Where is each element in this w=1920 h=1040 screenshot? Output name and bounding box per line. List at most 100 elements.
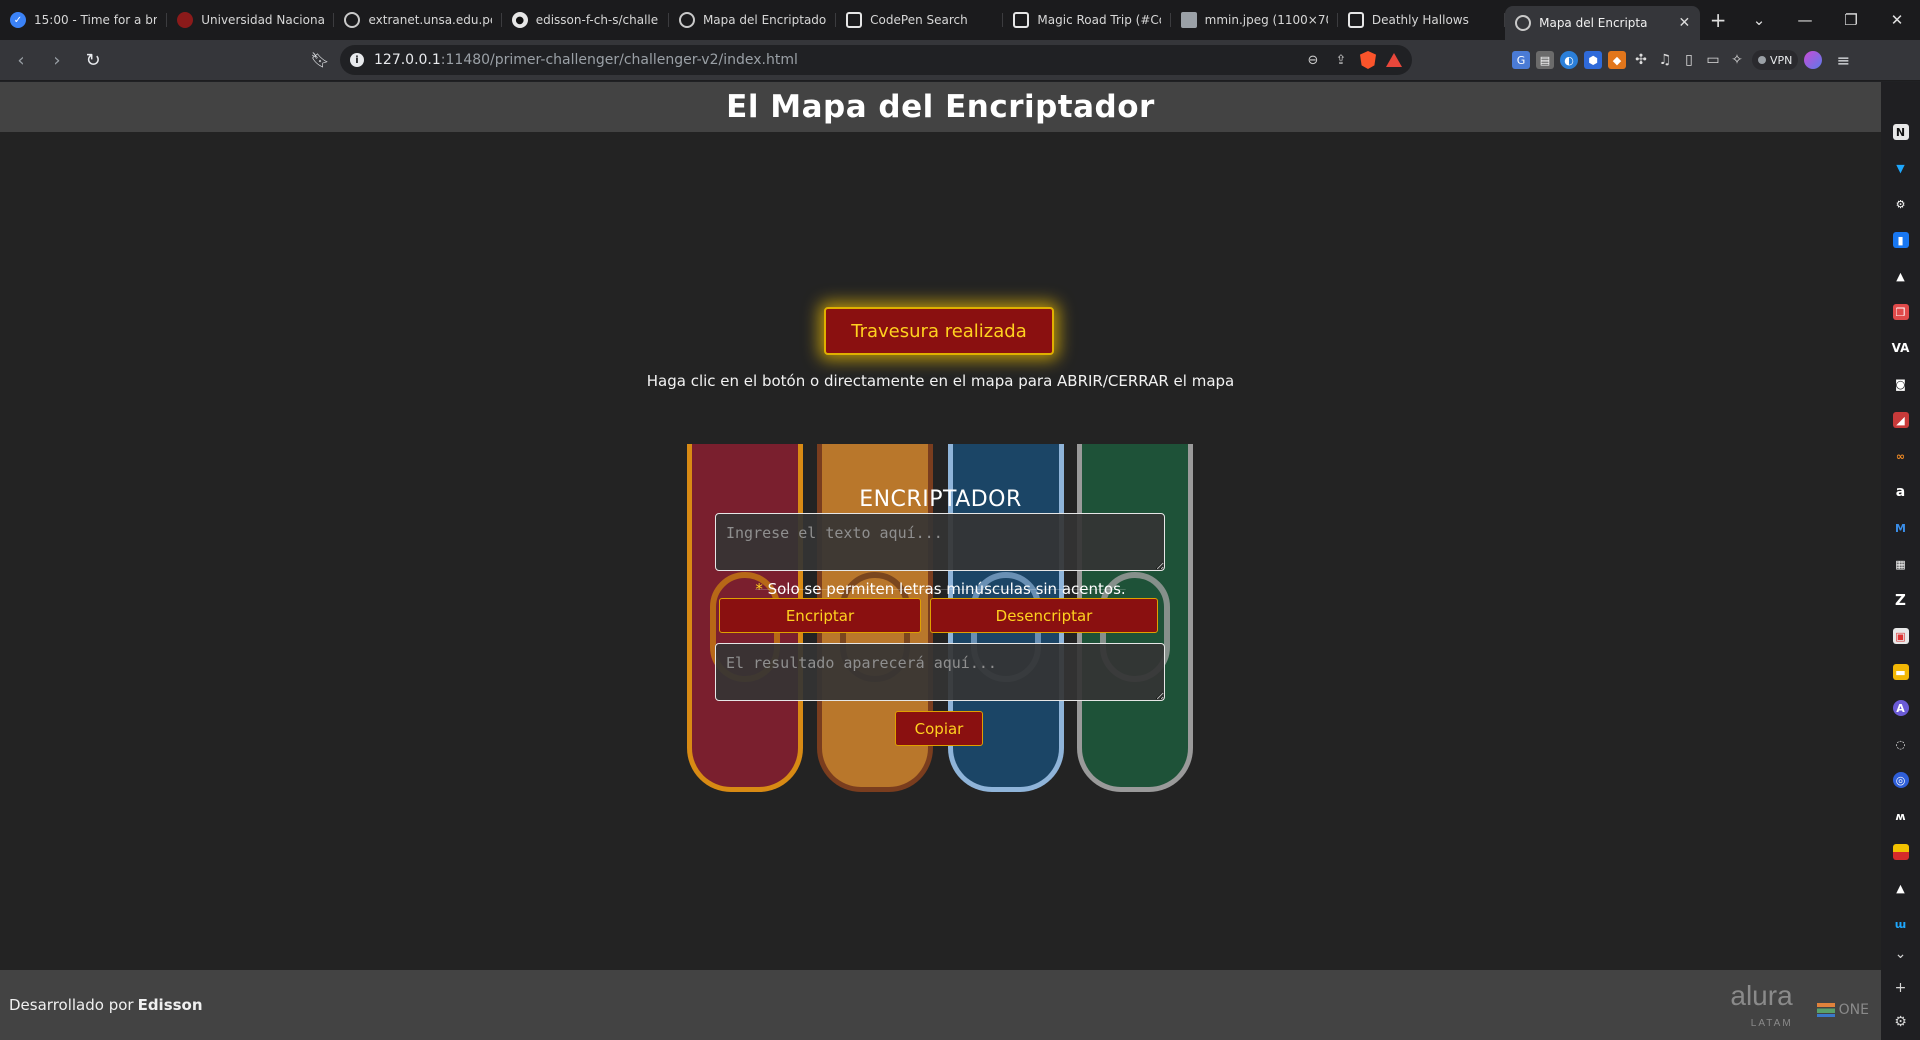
swirl-icon[interactable]: ∞ (1893, 448, 1909, 464)
slides-icon[interactable]: ▬ (1892, 664, 1909, 680)
browser-tab[interactable]: ● edisson-f-ch-s/challen (502, 5, 669, 35)
window-controls: ⌄ — ❐ ✕ (1736, 0, 1920, 40)
tailwind-icon[interactable]: ▼ (1893, 160, 1909, 176)
add-icon[interactable]: + (1895, 980, 1907, 996)
settings-gear-icon[interactable]: ⚙ (1894, 1014, 1907, 1030)
codepen-icon (846, 12, 863, 28)
chart-icon[interactable]: ◢ (1892, 412, 1909, 428)
vpn-label: VPN (1770, 53, 1793, 67)
browser-tab[interactable]: Universidad Nacional d (167, 5, 335, 35)
result-output[interactable] (715, 643, 1165, 701)
trello-icon[interactable]: ▮ (1892, 232, 1909, 248)
site-info-icon[interactable]: i (350, 53, 364, 67)
inkscape-icon[interactable]: ▲ (1893, 268, 1909, 284)
bookmark-icon[interactable]: 🔖︎ (308, 51, 332, 69)
image-icon (1180, 12, 1197, 28)
refresh-app-icon[interactable]: ◌ (1893, 736, 1909, 752)
toggle-map-button[interactable]: Travesura realizada (824, 307, 1054, 355)
puzzle-extensions-icon[interactable]: ✣ (1632, 51, 1650, 69)
notion-icon[interactable]: N (1892, 124, 1909, 140)
page-title: El Mapa del Encriptador (726, 89, 1155, 125)
browser-tab[interactable]: Magic Road Trip (#Co (1003, 5, 1171, 35)
browser-tab-active[interactable]: Mapa del Encripta ✕ (1505, 6, 1701, 40)
brave-shields-icon[interactable] (1360, 51, 1376, 69)
browser-tab[interactable]: mmin.jpeg (1100×709 (1171, 5, 1338, 35)
vpn-status-icon (1758, 56, 1766, 64)
minimize-button[interactable]: — (1782, 0, 1828, 40)
tab-search-chevron-icon[interactable]: ⌄ (1736, 0, 1782, 40)
flag-icon[interactable] (1892, 844, 1909, 860)
tabs-extension-icon[interactable]: ▤ (1536, 51, 1554, 69)
triangle-app-icon[interactable]: ▲ (1893, 880, 1909, 896)
one-logo-text: ONE (1838, 1002, 1869, 1018)
codepen-icon (1013, 12, 1030, 28)
sidebar-toggle-icon[interactable]: ▯ (1680, 51, 1698, 69)
sync-extension-icon[interactable]: ◐ (1560, 51, 1578, 69)
media-icon[interactable]: ♫ (1656, 51, 1674, 69)
calendar-icon[interactable]: ▣ (1892, 628, 1909, 644)
globe-icon (678, 12, 695, 28)
back-button[interactable]: ‹ (6, 45, 36, 75)
z-library-icon[interactable]: Z (1893, 591, 1909, 609)
university-icon (177, 12, 194, 28)
alura-logo-sub: LATAM (1750, 1018, 1793, 1029)
text-input[interactable] (715, 513, 1165, 571)
page-header: El Mapa del Encriptador (0, 82, 1881, 132)
browser-tab[interactable]: Mapa del Encriptador (669, 5, 837, 35)
restore-button[interactable]: ❐ (1828, 0, 1874, 40)
metamask-extension-icon[interactable]: ◆ (1608, 51, 1626, 69)
one-logo: ONE (1816, 1002, 1869, 1018)
translate-extension-icon[interactable]: G (1512, 51, 1530, 69)
a-app-icon[interactable]: A (1892, 700, 1909, 716)
browser-tab[interactable]: Deathly Hallows (1338, 5, 1506, 35)
github-icon: ● (511, 12, 528, 28)
m-app-icon[interactable]: ʍ (1893, 808, 1909, 824)
alura-logo-text: alura (1730, 980, 1793, 1011)
shield-extension-icon[interactable]: ⬢ (1584, 51, 1602, 69)
share-icon[interactable]: ⇪ (1332, 51, 1350, 69)
mdn-icon[interactable]: M (1893, 520, 1909, 536)
address-bar[interactable]: i 127.0.0.1:11480/primer-challenger/chal… (340, 45, 1412, 75)
chevron-down-icon[interactable]: ⌄ (1895, 946, 1907, 962)
va-icon[interactable]: VA (1892, 340, 1910, 356)
brave-rewards-icon[interactable] (1386, 53, 1402, 67)
browser-tab[interactable]: extranet.unsa.edu.pe (334, 5, 502, 35)
page-footer: Desarrollado por Edisson alura LATAM ONE (0, 970, 1881, 1040)
wallet-icon[interactable]: ▭ (1704, 51, 1722, 69)
extensions-row: G ▤ ◐ ⬢ ◆ ✣ ♫ ▯ ▭ ✧ VPN ≡ (1512, 50, 1858, 70)
vpn-button[interactable]: VPN (1752, 50, 1799, 70)
browser-tab-bar: ✓ 15:00 - Time for a brea Universidad Na… (0, 0, 1920, 40)
amazon-icon[interactable]: a (1893, 484, 1909, 500)
instructions-text: Haga clic en el botón o directamente en … (646, 372, 1235, 390)
globe-icon (344, 12, 361, 28)
zoom-icon[interactable]: ⊖ (1304, 51, 1322, 69)
profile-avatar-icon[interactable] (1804, 51, 1823, 69)
codepen-icon (1347, 12, 1364, 28)
new-tab-button[interactable]: + (1700, 0, 1736, 40)
sidebar-bottom: ⌄ + ⚙ (1881, 946, 1920, 1030)
url-host: 127.0.0.1 (374, 52, 441, 68)
close-tab-icon[interactable]: ✕ (1678, 15, 1690, 31)
encrypt-button[interactable]: Encriptar (719, 598, 921, 633)
browser-tab[interactable]: CodePen Search (836, 5, 1004, 35)
credit-prefix: Desarrollado por (9, 996, 134, 1014)
movie-icon[interactable]: ▦ (1893, 556, 1909, 572)
forward-button[interactable]: › (42, 45, 72, 75)
steam-icon[interactable]: ⚙ (1893, 196, 1909, 212)
camera-icon[interactable]: ◙ (1893, 376, 1909, 392)
book-icon[interactable]: ❒ (1892, 304, 1909, 320)
footer-credit: Desarrollado por Edisson (9, 996, 203, 1014)
browser-tab[interactable]: ✓ 15:00 - Time for a brea (0, 5, 168, 35)
alura-logo: alura LATAM (1730, 982, 1792, 1038)
note-star: * (755, 580, 763, 598)
close-window-button[interactable]: ✕ (1874, 0, 1920, 40)
menu-icon[interactable]: ≡ (1828, 51, 1858, 70)
reload-button[interactable]: ↻ (78, 45, 108, 75)
discord-icon[interactable]: ◎ (1892, 772, 1909, 788)
copy-button[interactable]: Copiar (895, 711, 983, 746)
browser-sidebar: N ▼ ⚙ ▮ ▲ ❒ VA ◙ ◢ ∞ a M ▦ Z ▣ ▬ A ◌ ◎ ʍ… (1881, 82, 1920, 1040)
m-blue-icon[interactable]: ɯ (1893, 916, 1909, 932)
decrypt-button[interactable]: Desencriptar (930, 598, 1158, 633)
leo-ai-icon[interactable]: ✧ (1728, 51, 1746, 69)
check-circle-icon: ✓ (10, 12, 26, 28)
